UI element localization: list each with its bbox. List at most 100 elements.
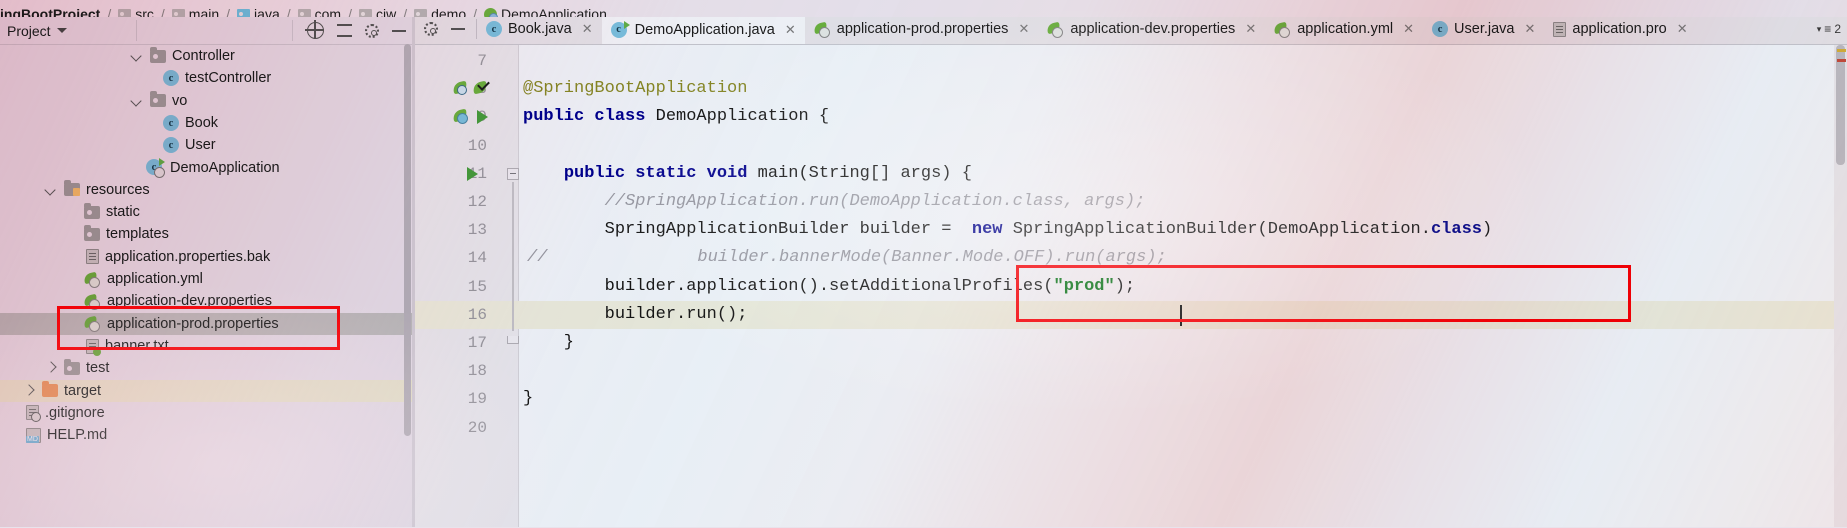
run-icon[interactable] — [477, 110, 488, 125]
editor-tab[interactable]: c User.java ✕ — [1423, 14, 1544, 44]
chevron-right-icon[interactable] — [22, 384, 36, 398]
tree-item[interactable]: static — [0, 201, 412, 223]
close-icon[interactable]: ✕ — [1245, 21, 1256, 37]
project-tree[interactable]: Controller c testController vo c Book c User c De… — [0, 45, 412, 528]
chevron-down-icon[interactable] — [130, 94, 144, 108]
tree-item[interactable]: vo — [0, 90, 412, 112]
breadcrumb-item[interactable]: java — [237, 6, 280, 17]
tree-item[interactable]: test — [0, 357, 412, 379]
code-line[interactable]: 15 builder.application().setAdditionalPr… — [415, 273, 1847, 301]
editor-tab[interactable]: application.yml ✕ — [1265, 14, 1423, 44]
close-icon[interactable]: ✕ — [1677, 21, 1688, 37]
tab-overflow-control[interactable]: ▾ ≡ 2 — [1817, 22, 1847, 36]
code-line[interactable]: 14 // builder.bannerMode(Banner.Mode.OFF)… — [415, 244, 1847, 272]
code-line[interactable]: 16 builder.run(); — [415, 300, 1847, 329]
gear-icon[interactable] — [365, 23, 379, 38]
fold-end-icon[interactable] — [507, 333, 520, 346]
tree-item[interactable]: application-dev.properties — [0, 290, 412, 312]
folder-blue-icon — [237, 8, 251, 17]
editor-scrollbar[interactable] — [1834, 45, 1847, 527]
breadcrumb-item[interactable]: demo — [414, 6, 466, 17]
panel-splitter[interactable] — [412, 17, 415, 527]
spring-bean-icon[interactable] — [453, 109, 470, 125]
scrollbar-thumb[interactable] — [404, 44, 411, 436]
fold-icon[interactable] — [507, 167, 520, 181]
tree-item[interactable]: c testController — [0, 67, 412, 89]
breadcrumb-item[interactable]: main — [171, 6, 219, 17]
code-line[interactable]: 13 SpringApplicationBuilder builder = ne… — [415, 216, 1847, 244]
line-number: 18 — [467, 362, 487, 381]
code-token: class — [1430, 220, 1482, 240]
editor-tab[interactable]: application-dev.properties ✕ — [1038, 14, 1265, 44]
folder-icon — [84, 225, 100, 242]
project-tree-scrollbar[interactable] — [403, 44, 412, 527]
code-line[interactable]: 18 — [415, 357, 1847, 385]
folder-icon — [414, 8, 428, 17]
project-panel-title-group[interactable]: Project — [7, 23, 67, 39]
tree-item[interactable]: banner.txt — [0, 335, 412, 357]
line-number: 17 — [467, 334, 487, 352]
locate-icon[interactable] — [305, 20, 324, 39]
tree-item-label: vo — [172, 92, 188, 109]
close-icon[interactable]: ✕ — [1018, 21, 1029, 37]
tree-item[interactable]: Controller — [0, 45, 412, 67]
run-icon — [159, 158, 165, 167]
code-editor[interactable]: 7 8 @SpringBootApplication 9 public class De… — [415, 45, 1847, 527]
code-token: //SpringApplication.run(DemoApplication.… — [523, 192, 1146, 211]
chevron-down-icon[interactable] — [130, 49, 144, 63]
editor-tab[interactable]: application-prod.properties ✕ — [805, 14, 1039, 44]
tree-item[interactable]: c DemoApplication — [0, 157, 412, 179]
chevron-right-icon[interactable] — [44, 361, 58, 375]
collapse-all-icon[interactable] — [337, 24, 352, 37]
tree-item[interactable]: application-prod.properties — [0, 312, 412, 335]
tree-item[interactable]: c User — [0, 134, 412, 156]
breadcrumb-item[interactable]: ingBootProject — [0, 6, 100, 17]
minimize-icon[interactable] — [451, 28, 465, 30]
editor-tab[interactable]: application.pro ✕ — [1544, 14, 1696, 44]
tree-item[interactable]: application.properties.bak — [0, 246, 412, 268]
code-line[interactable]: 20 — [415, 414, 1847, 442]
tree-item[interactable]: HELP.md — [0, 424, 412, 446]
marker-error[interactable] — [1837, 59, 1846, 62]
code-line[interactable]: 7 — [415, 47, 1847, 75]
breadcrumb-item[interactable]: src — [118, 6, 154, 17]
tab-list-icon[interactable]: ≡ — [1824, 22, 1831, 36]
editor-tab-bar[interactable]: c Book.java ✕ c DemoApplication.java ✕ applica… — [415, 14, 1847, 45]
code-line[interactable]: 17 } — [415, 329, 1847, 357]
breadcrumb-item[interactable]: DemoApplication — [484, 6, 607, 17]
chevron-down-icon[interactable]: ▾ — [1817, 24, 1822, 35]
breadcrumb[interactable]: ingBootProject / src / main / java / com / cjw / dem… — [0, 0, 1847, 17]
close-icon[interactable]: ✕ — [582, 21, 593, 37]
tree-item[interactable]: templates — [0, 223, 412, 245]
spring-check-icon[interactable] — [473, 81, 490, 96]
chevron-down-icon[interactable] — [44, 183, 58, 197]
code-line[interactable]: 9 public class DemoApplication { — [415, 103, 1847, 131]
spring-bean-icon[interactable] — [453, 81, 470, 96]
tree-item[interactable]: target — [0, 379, 412, 402]
tree-item[interactable]: c Book — [0, 112, 412, 134]
hide-icon[interactable] — [392, 29, 406, 32]
scrollbar-thumb[interactable] — [1836, 45, 1845, 165]
tree-item[interactable]: resources — [0, 179, 412, 201]
marker-warning[interactable] — [1837, 49, 1846, 52]
code-line[interactable]: 10 — [415, 132, 1847, 160]
chevron-down-icon[interactable] — [56, 28, 67, 33]
code-line[interactable]: 11 public static void main(String[] args… — [415, 160, 1847, 188]
close-icon[interactable]: ✕ — [785, 22, 796, 38]
tree-item[interactable]: application.yml — [0, 268, 412, 290]
code-line[interactable]: 12 //SpringApplication.run(DemoApplicati… — [415, 188, 1847, 216]
run-icon[interactable] — [467, 166, 478, 181]
gear-icon[interactable] — [424, 22, 438, 36]
close-icon[interactable]: ✕ — [1525, 21, 1536, 37]
editor-tab[interactable]: c DemoApplication.java ✕ — [601, 14, 805, 44]
breadcrumb-item[interactable]: cjw — [358, 6, 396, 17]
breadcrumb-separator: / — [107, 6, 112, 17]
breadcrumb-item[interactable]: com — [297, 6, 341, 17]
tree-item[interactable]: .gitignore — [0, 402, 412, 424]
folder-icon — [150, 91, 166, 108]
code-line[interactable]: 8 @SpringBootApplication — [415, 75, 1847, 103]
code-line[interactable]: 19} — [415, 385, 1847, 413]
editor-tab[interactable]: c Book.java ✕ — [477, 14, 602, 44]
line-number: 19 — [467, 390, 487, 409]
close-icon[interactable]: ✕ — [1403, 21, 1414, 37]
